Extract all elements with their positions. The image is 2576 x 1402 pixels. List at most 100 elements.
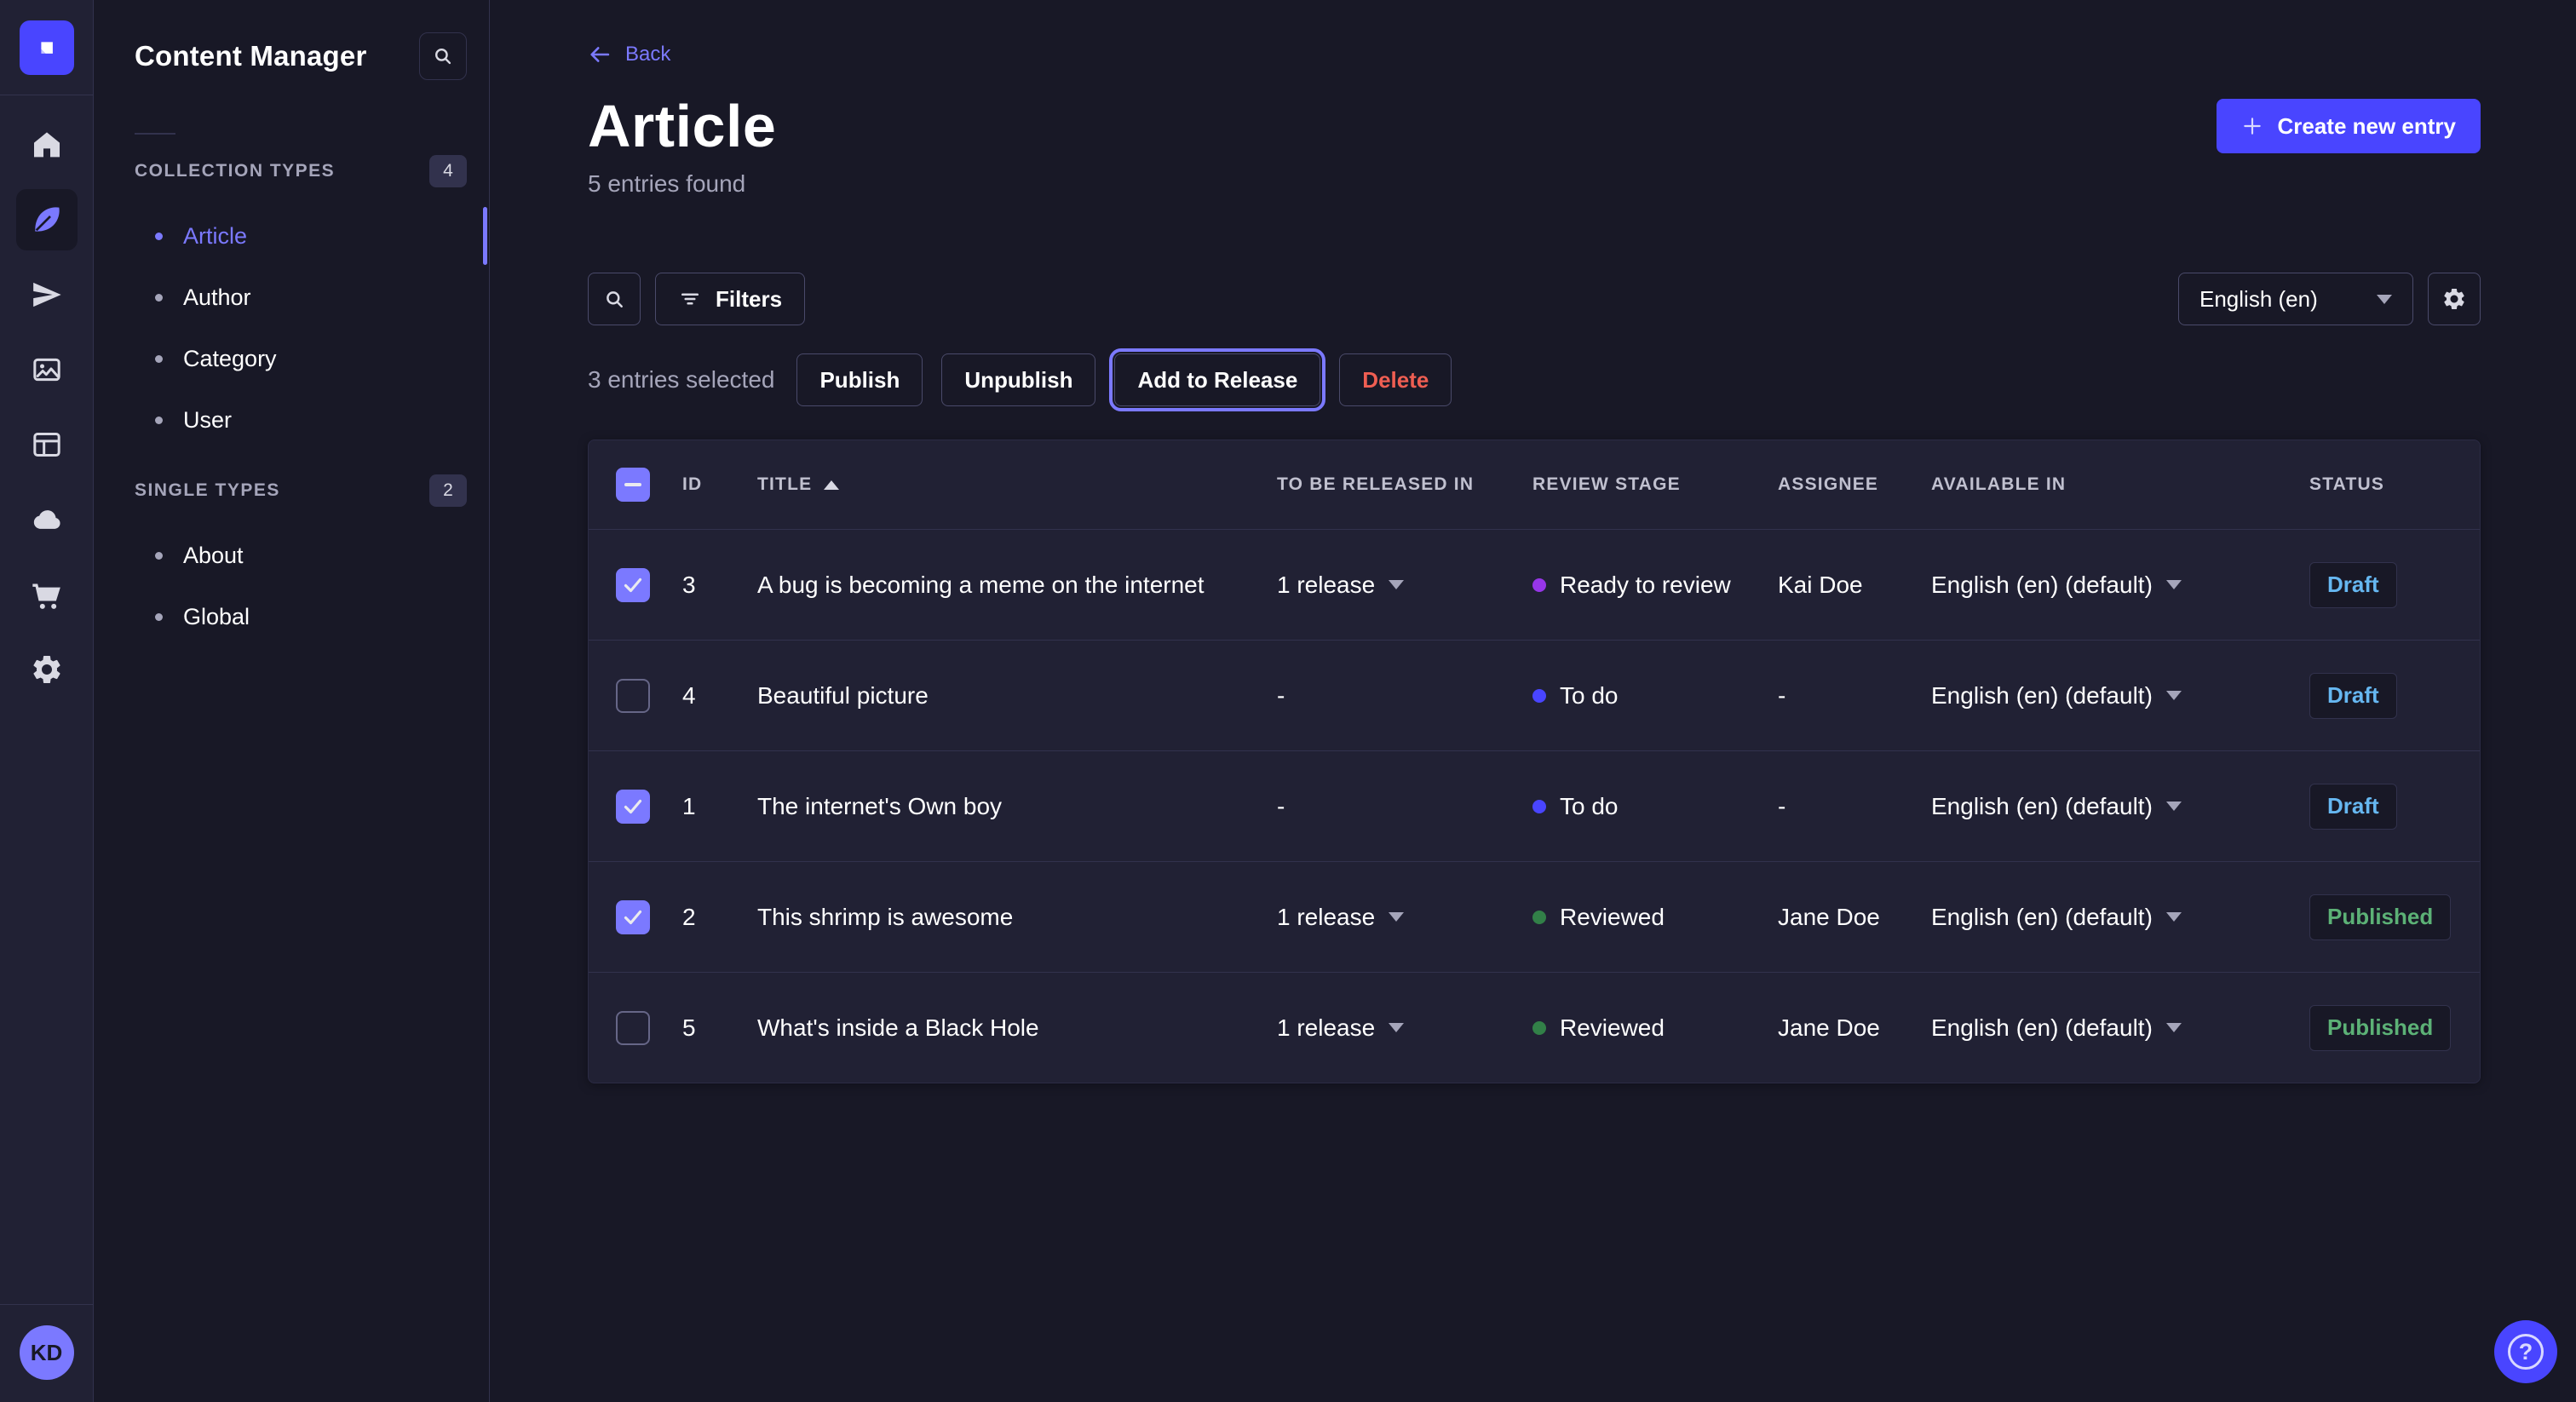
cell-available-in[interactable]: English (en) (default) bbox=[1931, 572, 2309, 599]
review-stage-label: To do bbox=[1560, 793, 1619, 820]
cell-review-stage: Reviewed bbox=[1532, 1014, 1778, 1042]
table-header-row: ID TITLE TO BE RELEASED IN REVIEW STAGE … bbox=[589, 440, 2480, 529]
row-checkbox[interactable] bbox=[616, 1011, 650, 1045]
cell-review-stage: Ready to review bbox=[1532, 572, 1778, 599]
cell-available-in[interactable]: English (en) (default) bbox=[1931, 904, 2309, 931]
column-header-title[interactable]: TITLE bbox=[757, 474, 1277, 495]
unpublish-button[interactable]: Unpublish bbox=[941, 353, 1095, 406]
chevron-down-icon bbox=[1389, 912, 1404, 922]
sidebar-item-label: Category bbox=[183, 346, 277, 372]
deploy-cloud-icon[interactable] bbox=[16, 489, 78, 550]
user-avatar[interactable]: KD bbox=[20, 1325, 74, 1380]
sidebar-item-author[interactable]: Author bbox=[94, 267, 489, 328]
sidebar-item-category[interactable]: Category bbox=[94, 328, 489, 389]
locale-value: English (en) (default) bbox=[1931, 572, 2153, 599]
cell-release[interactable]: - bbox=[1277, 682, 1532, 710]
select-all-checkbox[interactable] bbox=[616, 468, 650, 502]
marketplace-cart-icon[interactable] bbox=[16, 564, 78, 625]
strapi-logo-icon bbox=[32, 32, 62, 63]
view-settings-button[interactable] bbox=[2428, 273, 2481, 325]
row-checkbox[interactable] bbox=[616, 900, 650, 934]
add-to-release-button[interactable]: Add to Release bbox=[1114, 353, 1320, 406]
help-button[interactable]: ? bbox=[2494, 1320, 2557, 1383]
row-checkbox[interactable] bbox=[616, 568, 650, 602]
page-title: Article bbox=[588, 92, 2481, 160]
review-stage-dot bbox=[1532, 911, 1546, 924]
settings-gear-icon[interactable] bbox=[16, 639, 78, 700]
question-mark-icon: ? bbox=[2508, 1334, 2544, 1370]
row-checkbox[interactable] bbox=[616, 679, 650, 713]
check-icon bbox=[622, 796, 644, 818]
cell-title: A bug is becoming a meme on the internet bbox=[757, 572, 1277, 599]
cell-assignee: Kai Doe bbox=[1778, 572, 1931, 599]
column-header-review-stage[interactable]: REVIEW STAGE bbox=[1532, 474, 1778, 495]
sidebar-item-user[interactable]: User bbox=[94, 389, 489, 451]
subnav-search-button[interactable] bbox=[419, 32, 467, 80]
delete-button[interactable]: Delete bbox=[1339, 353, 1452, 406]
table-row[interactable]: 4 Beautiful picture - To do - English (e… bbox=[589, 640, 2480, 750]
sidebar-item-article[interactable]: Article bbox=[94, 205, 489, 267]
cell-title: What's inside a Black Hole bbox=[757, 1014, 1277, 1042]
cell-release[interactable]: - bbox=[1277, 793, 1532, 820]
media-library-icon[interactable] bbox=[16, 339, 78, 400]
gear-icon bbox=[2441, 286, 2467, 312]
table-search-button[interactable] bbox=[588, 273, 641, 325]
chevron-down-icon bbox=[1389, 580, 1404, 589]
strapi-logo[interactable] bbox=[20, 20, 74, 75]
review-stage-dot bbox=[1532, 800, 1546, 813]
cell-available-in[interactable]: English (en) (default) bbox=[1931, 793, 2309, 820]
cell-release[interactable]: 1 release bbox=[1277, 1014, 1532, 1042]
review-stage-dot bbox=[1532, 689, 1546, 703]
create-new-entry-button[interactable]: Create new entry bbox=[2217, 99, 2481, 153]
search-icon bbox=[603, 288, 626, 311]
content-manager-feather-icon[interactable] bbox=[16, 189, 78, 250]
search-icon bbox=[432, 45, 454, 67]
column-header-to-be-released-in[interactable]: TO BE RELEASED IN bbox=[1277, 474, 1532, 495]
subnav-sections: COLLECTION TYPES4ArticleAuthorCategoryUs… bbox=[94, 155, 489, 647]
cell-release[interactable]: 1 release bbox=[1277, 904, 1532, 931]
row-checkbox[interactable] bbox=[616, 790, 650, 824]
bullet-icon bbox=[155, 417, 163, 424]
column-header-available-in[interactable]: AVAILABLE IN bbox=[1931, 474, 2309, 495]
selection-count: 3 entries selected bbox=[588, 366, 774, 394]
locale-select[interactable]: English (en) bbox=[2178, 273, 2413, 325]
status-badge: Published bbox=[2309, 894, 2451, 940]
cell-status: Draft bbox=[2309, 784, 2452, 830]
cell-available-in[interactable]: English (en) (default) bbox=[1931, 682, 2309, 710]
content-type-builder-icon[interactable] bbox=[16, 414, 78, 475]
rail-bottom-divider bbox=[0, 1304, 94, 1305]
filters-button[interactable]: Filters bbox=[655, 273, 805, 325]
back-link[interactable]: Back bbox=[588, 43, 670, 66]
section-count-badge: 2 bbox=[429, 474, 467, 507]
create-new-entry-label: Create new entry bbox=[2277, 113, 2456, 140]
cell-title: The internet's Own boy bbox=[757, 793, 1277, 820]
section-label: COLLECTION TYPES bbox=[135, 161, 335, 181]
bullet-icon bbox=[155, 613, 163, 621]
status-badge: Draft bbox=[2309, 562, 2397, 608]
column-header-assignee[interactable]: ASSIGNEE bbox=[1778, 474, 1931, 495]
column-header-id[interactable]: ID bbox=[682, 474, 757, 495]
home-icon[interactable] bbox=[16, 114, 78, 175]
table-row[interactable]: 5 What's inside a Black Hole 1 release R… bbox=[589, 972, 2480, 1083]
sidebar-item-about[interactable]: About bbox=[94, 525, 489, 586]
table-row[interactable]: 3 A bug is becoming a meme on the intern… bbox=[589, 529, 2480, 640]
review-stage-label: Reviewed bbox=[1560, 1014, 1665, 1042]
cell-status: Draft bbox=[2309, 673, 2452, 719]
cell-review-stage: Reviewed bbox=[1532, 904, 1778, 931]
cell-release[interactable]: 1 release bbox=[1277, 572, 1532, 599]
table-row[interactable]: 2 This shrimp is awesome 1 release Revie… bbox=[589, 861, 2480, 972]
cell-id: 2 bbox=[682, 904, 757, 931]
cell-available-in[interactable]: English (en) (default) bbox=[1931, 1014, 2309, 1042]
release-value: 1 release bbox=[1277, 1014, 1375, 1042]
cell-id: 4 bbox=[682, 682, 757, 710]
publish-button[interactable]: Publish bbox=[796, 353, 923, 406]
cell-status: Published bbox=[2309, 1005, 2452, 1051]
entries-count: 5 entries found bbox=[588, 170, 2481, 198]
release-send-icon[interactable] bbox=[16, 264, 78, 325]
column-header-status[interactable]: STATUS bbox=[2309, 474, 2452, 495]
release-value: - bbox=[1277, 793, 1285, 820]
sidebar-item-global[interactable]: Global bbox=[94, 586, 489, 647]
table-row[interactable]: 1 The internet's Own boy - To do - Engli… bbox=[589, 750, 2480, 861]
sidebar-item-label: Global bbox=[183, 604, 250, 630]
filters-label: Filters bbox=[716, 286, 782, 313]
